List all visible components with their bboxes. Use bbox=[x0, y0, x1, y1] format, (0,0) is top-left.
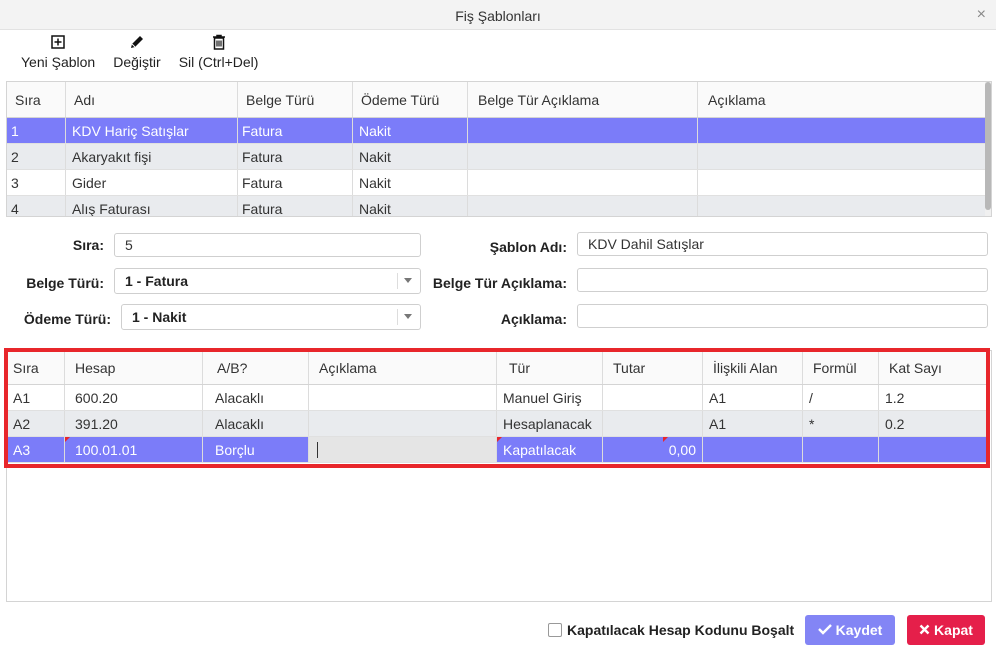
edit-template-label: Değiştir bbox=[113, 54, 161, 70]
window-titlebar: Fiş Şablonları × bbox=[0, 0, 996, 30]
aciklama-label: Açıklama: bbox=[500, 311, 567, 327]
chevron-down-icon bbox=[404, 314, 412, 319]
belge-tur-aciklama-input[interactable] bbox=[577, 268, 988, 292]
highlight-frame bbox=[4, 348, 990, 468]
save-label: Kaydet bbox=[835, 622, 883, 638]
close-label: Kapat bbox=[934, 622, 973, 638]
new-template-label: Yeni Şablon bbox=[21, 54, 96, 70]
save-button[interactable]: Kaydet bbox=[805, 615, 895, 645]
col-belge-tur-aciklama[interactable]: Belge Tür Açıklama bbox=[468, 82, 698, 117]
select-divider bbox=[397, 309, 398, 325]
select-divider bbox=[397, 273, 398, 289]
aciklama-input[interactable] bbox=[577, 304, 988, 328]
belge-tur-aciklama-label: Belge Tür Açıklama: bbox=[432, 275, 567, 291]
cell-odeme: Nakit bbox=[353, 144, 468, 169]
delete-template-label: Sil (Ctrl+Del) bbox=[178, 54, 259, 70]
odeme-turu-select[interactable]: 1 - Nakit bbox=[121, 304, 421, 330]
window-title: Fiş Şablonları bbox=[455, 8, 541, 24]
toolbar: Yeni Şablon Değiştir Sil (Ctrl+Del) bbox=[12, 30, 267, 80]
cell-adi: Gider bbox=[66, 170, 238, 195]
cell-adi: KDV Hariç Satışlar bbox=[66, 118, 238, 143]
check-icon bbox=[817, 622, 832, 638]
cell-belge-aciklama bbox=[468, 144, 698, 169]
close-icon[interactable]: × bbox=[977, 6, 986, 24]
cell-odeme: Nakit bbox=[353, 118, 468, 143]
cell-aciklama bbox=[698, 144, 987, 169]
odeme-turu-label: Ödeme Türü: bbox=[23, 311, 111, 327]
sablon-adi-input[interactable]: KDV Dahil Satışlar bbox=[577, 232, 988, 256]
cell-belge: Fatura bbox=[238, 170, 353, 195]
cell-adi: Alış Faturası bbox=[66, 196, 238, 216]
close-button[interactable]: Kapat bbox=[907, 615, 985, 645]
cell-sira: 3 bbox=[7, 170, 66, 195]
col-aciklama[interactable]: Açıklama bbox=[698, 82, 987, 117]
templates-grid: Sıra Adı Belge Türü Ödeme Türü Belge Tür… bbox=[6, 81, 992, 217]
col-odeme-turu[interactable]: Ödeme Türü bbox=[353, 82, 468, 117]
delete-template-button[interactable]: Sil (Ctrl+Del) bbox=[170, 30, 268, 80]
sira-input[interactable]: 5 bbox=[114, 233, 421, 257]
col-adi[interactable]: Adı bbox=[66, 82, 238, 117]
cell-odeme: Nakit bbox=[353, 196, 468, 216]
cell-sira: 4 bbox=[7, 196, 66, 216]
cell-belge-aciklama bbox=[468, 170, 698, 195]
table-row[interactable]: 3 Gider Fatura Nakit bbox=[7, 170, 987, 196]
cell-sira: 1 bbox=[7, 118, 66, 143]
pencil-icon bbox=[129, 30, 145, 52]
belge-turu-selected: 1 - Fatura bbox=[125, 273, 189, 289]
cell-adi: Akaryakıt fişi bbox=[66, 144, 238, 169]
cell-aciklama bbox=[698, 170, 987, 195]
sira-label: Sıra: bbox=[72, 237, 104, 253]
cell-belge: Fatura bbox=[238, 196, 353, 216]
close-icon bbox=[919, 622, 930, 638]
cell-aciklama bbox=[698, 196, 987, 216]
cell-belge-aciklama bbox=[468, 118, 698, 143]
sablon-adi-label: Şablon Adı: bbox=[489, 239, 567, 255]
belge-turu-label: Belge Türü: bbox=[26, 275, 104, 291]
templates-grid-scrollbar[interactable] bbox=[985, 82, 991, 216]
edit-template-button[interactable]: Değiştir bbox=[104, 30, 169, 80]
cell-aciklama bbox=[698, 118, 987, 143]
cell-sira: 2 bbox=[7, 144, 66, 169]
templates-grid-header: Sıra Adı Belge Türü Ödeme Türü Belge Tür… bbox=[7, 82, 987, 118]
belge-turu-select[interactable]: 1 - Fatura bbox=[114, 268, 421, 294]
table-row[interactable]: 4 Alış Faturası Fatura Nakit bbox=[7, 196, 987, 216]
cell-belge: Fatura bbox=[238, 118, 353, 143]
table-row[interactable]: 2 Akaryakıt fişi Fatura Nakit bbox=[7, 144, 987, 170]
plus-square-icon bbox=[51, 30, 65, 52]
trash-icon bbox=[212, 30, 226, 52]
table-row[interactable]: 1 KDV Hariç Satışlar Fatura Nakit bbox=[7, 118, 987, 144]
chevron-down-icon bbox=[404, 278, 412, 283]
cell-belge-aciklama bbox=[468, 196, 698, 216]
cell-odeme: Nakit bbox=[353, 170, 468, 195]
col-sira[interactable]: Sıra bbox=[7, 82, 66, 117]
cell-belge: Fatura bbox=[238, 144, 353, 169]
odeme-turu-selected: 1 - Nakit bbox=[132, 309, 187, 325]
new-template-button[interactable]: Yeni Şablon bbox=[12, 30, 104, 80]
col-belge-turu[interactable]: Belge Türü bbox=[238, 82, 353, 117]
clear-account-code-checkbox[interactable] bbox=[548, 623, 562, 637]
scrollbar-thumb[interactable] bbox=[985, 82, 991, 210]
clear-account-code-label[interactable]: Kapatılacak Hesap Kodunu Boşalt bbox=[567, 622, 794, 638]
